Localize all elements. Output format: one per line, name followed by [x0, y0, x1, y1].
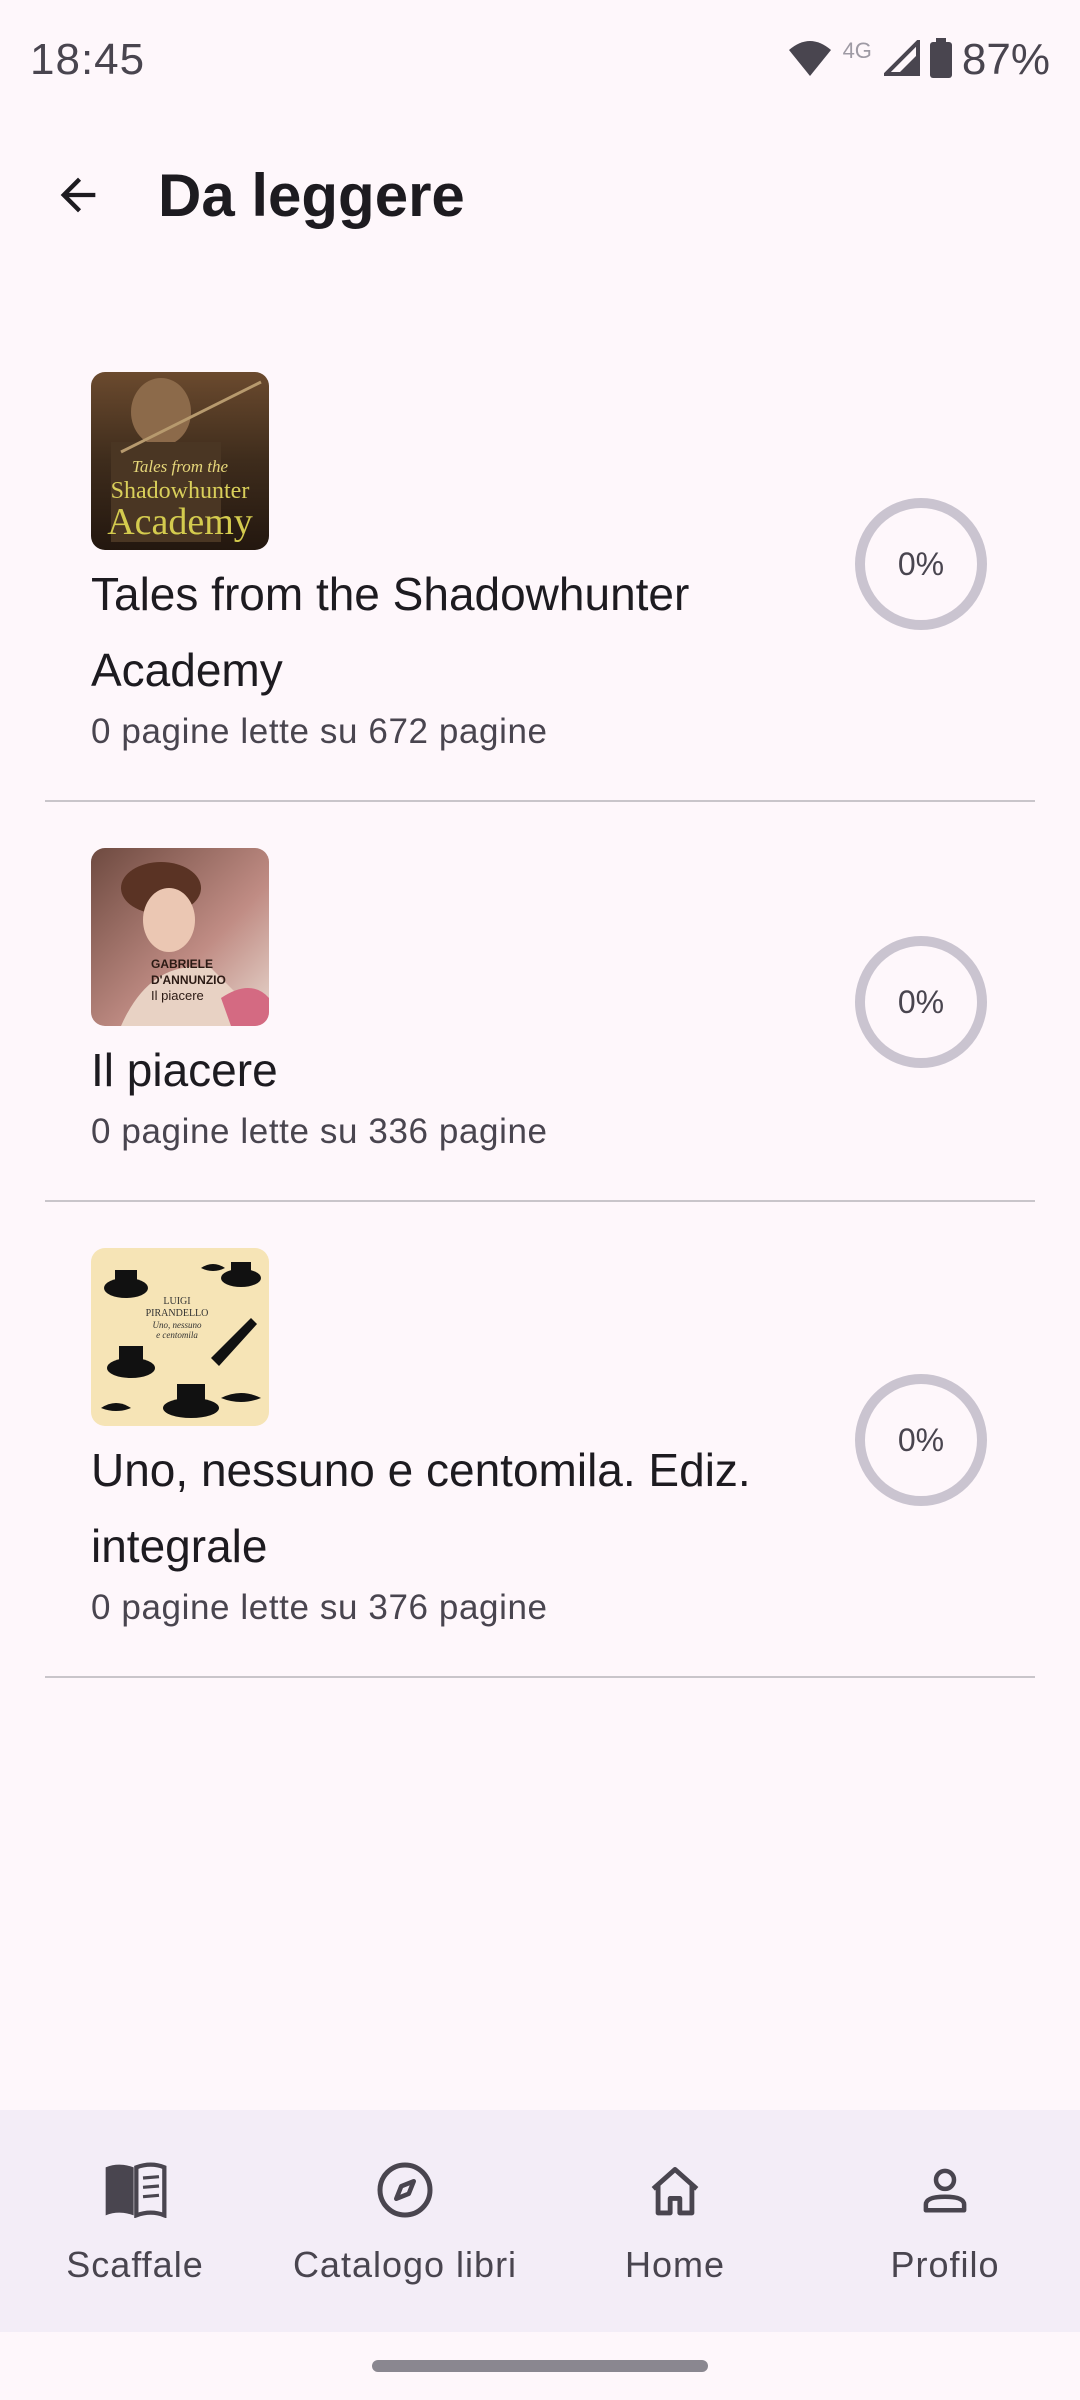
cover-text: Tales from the	[132, 457, 228, 476]
arrow-back-icon	[60, 177, 96, 213]
cover-text: LUIGI	[163, 1296, 190, 1307]
status-icons: 4G 87%	[787, 35, 1050, 85]
divider	[45, 1676, 1035, 1678]
nav-item-home[interactable]: Home	[540, 2110, 810, 2332]
book-pages-read: 0 pagine lette su 672 pagine	[91, 712, 548, 751]
nav-item-profilo[interactable]: Profilo	[810, 2110, 1080, 2332]
cover-text: e centomila	[156, 1330, 198, 1340]
compass-icon	[373, 2158, 437, 2222]
status-time: 18:45	[30, 35, 146, 84]
cover-text: GABRIELE	[151, 957, 213, 971]
book-pages-read: 0 pagine lette su 376 pagine	[91, 1588, 548, 1627]
screen: 18:45 4G 87% Da leggere Tales from the S…	[0, 0, 1080, 2400]
book-cover: LUIGI PIRANDELLO Uno, nessuno e centomil…	[91, 1248, 269, 1426]
progress-ring: 0%	[853, 934, 989, 1070]
cover-text: D'ANNUNZIO	[151, 973, 226, 987]
cover-text: Academy	[107, 501, 253, 543]
book-item[interactable]: LUIGI PIRANDELLO Uno, nessuno e centomil…	[45, 1202, 1035, 1676]
book-pages-read: 0 pagine lette su 336 pagine	[91, 1112, 548, 1151]
progress-percent: 0%	[897, 983, 945, 1020]
progress-ring: 0%	[853, 1372, 989, 1508]
status-bar: 18:45 4G 87%	[0, 0, 1080, 120]
wifi-icon	[787, 38, 833, 83]
page-title: Da leggere	[158, 161, 465, 229]
book-title: Tales from the Shadowhunter Academy	[91, 568, 690, 696]
book-title: Il piacere	[91, 1044, 278, 1096]
book-item[interactable]: GABRIELE D'ANNUNZIO Il piacere Il piacer…	[45, 802, 1035, 1200]
nav-item-catalogo-libri[interactable]: Catalogo libri	[270, 2110, 540, 2332]
book-open-icon	[103, 2158, 167, 2222]
nav-item-scaffale[interactable]: Scaffale	[0, 2110, 270, 2332]
progress-percent: 0%	[897, 545, 945, 582]
cover-text: Il piacere	[151, 988, 204, 1003]
back-button[interactable]	[28, 145, 128, 245]
book-cover: Tales from the Shadowhunter Academy	[91, 372, 269, 550]
network-type: 4G	[842, 38, 872, 63]
home-icon	[643, 2158, 707, 2222]
signal-icon	[881, 36, 920, 81]
progress-percent: 0%	[897, 1421, 945, 1458]
nav-label: Profilo	[890, 2244, 1000, 2285]
book-cover: GABRIELE D'ANNUNZIO Il piacere	[91, 848, 269, 1026]
battery-icon	[929, 37, 952, 83]
app-bar: Da leggere	[0, 120, 1080, 270]
nav-label: Home	[624, 2244, 726, 2285]
nav-label: Catalogo libri	[292, 2244, 518, 2285]
book-item[interactable]: Tales from the Shadowhunter Academy Tale…	[45, 330, 1035, 800]
bottom-navigation: Scaffale Catalogo libri Home Profilo	[0, 2110, 1080, 2332]
cover-text: PIRANDELLO	[146, 1308, 209, 1319]
progress-ring: 0%	[853, 496, 989, 632]
book-title: Uno, nessuno e centomila. Ediz. integral…	[91, 1444, 751, 1572]
cover-text: Uno, nessuno	[153, 1320, 202, 1330]
gesture-handle[interactable]	[372, 2360, 708, 2372]
battery-percent: 87%	[961, 35, 1050, 84]
nav-label: Scaffale	[66, 2244, 204, 2285]
person-icon	[913, 2158, 977, 2222]
book-list: Tales from the Shadowhunter Academy Tale…	[45, 330, 1035, 1678]
